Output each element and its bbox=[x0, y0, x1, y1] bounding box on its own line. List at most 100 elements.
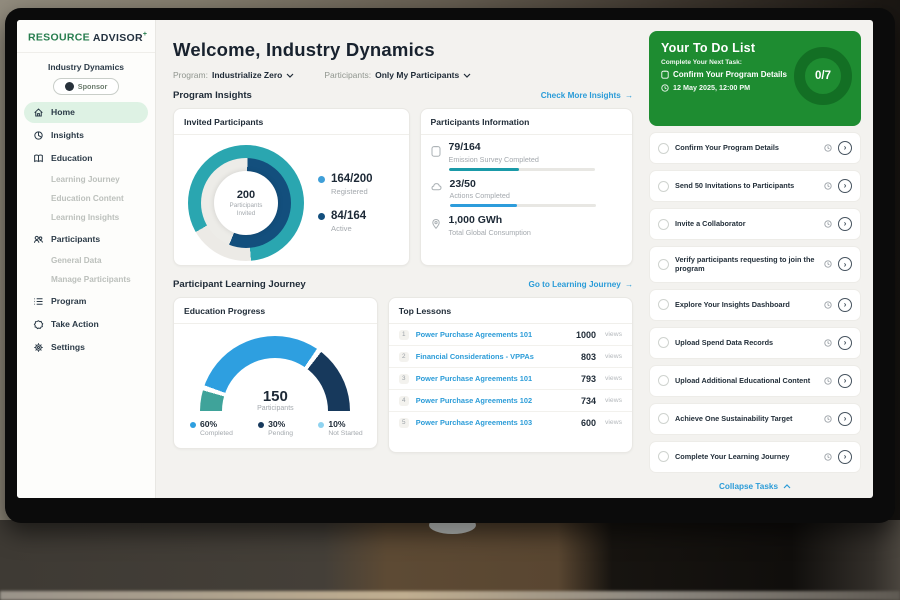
program-label: Program: bbox=[173, 70, 208, 80]
lesson-rank: 5 bbox=[399, 418, 409, 428]
sidebar-item-insights[interactable]: Insights bbox=[24, 125, 148, 146]
lesson-row-1[interactable]: 1 Power Purchase Agreements 101 1000 vie… bbox=[389, 324, 632, 346]
lesson-title-link[interactable]: Power Purchase Agreements 102 bbox=[416, 396, 574, 405]
collapse-tasks-link[interactable]: Collapse Tasks bbox=[649, 482, 861, 491]
task-row-6[interactable]: Upload Spend Data Records › bbox=[649, 327, 861, 359]
active-value: 84/164 bbox=[331, 210, 366, 223]
lesson-views-suffix: views bbox=[605, 397, 622, 404]
legend-pending: 30% Pending bbox=[258, 420, 293, 437]
task-go-button[interactable]: › bbox=[838, 450, 852, 464]
program-value: Industrialize Zero bbox=[212, 70, 282, 80]
lesson-title-link[interactable]: Power Purchase Agreements 103 bbox=[416, 418, 574, 427]
info-card-body: 79/164 Emission Survey Completed 23/50 A… bbox=[421, 135, 632, 237]
chevron-down-icon bbox=[286, 73, 294, 78]
chevron-right-icon: › bbox=[844, 143, 847, 152]
lesson-views: 734 bbox=[581, 396, 596, 406]
lesson-views-suffix: views bbox=[605, 375, 622, 382]
sidebar-item-education-content[interactable]: Education Content bbox=[24, 190, 148, 208]
participants-value: Only My Participants bbox=[375, 70, 459, 80]
task-label: Upload Additional Educational Content bbox=[675, 376, 818, 385]
sidebar-item-general-data[interactable]: General Data bbox=[24, 252, 148, 270]
sidebar-item-settings[interactable]: Settings bbox=[24, 337, 148, 358]
not-started-label: Not Started bbox=[328, 430, 362, 437]
invited-card-title: Invited Participants bbox=[174, 109, 409, 135]
sidebar-item-program[interactable]: Program bbox=[24, 291, 148, 312]
sidebar-item-label: Program bbox=[51, 296, 86, 306]
check-more-insights-link[interactable]: Check More Insights → bbox=[541, 91, 633, 100]
lesson-row-2[interactable]: 2 Financial Considerations - VPPAs 803 v… bbox=[389, 346, 632, 368]
consumption-value: 1,000 GWh bbox=[449, 215, 531, 227]
clock-icon bbox=[824, 260, 832, 268]
participants-dropdown[interactable]: Participants: Only My Participants bbox=[324, 70, 471, 80]
sidebar-item-home[interactable]: Home bbox=[24, 102, 148, 123]
chevron-up-icon bbox=[783, 484, 791, 489]
task-row-5[interactable]: Explore Your Insights Dashboard › bbox=[649, 289, 861, 321]
task-checkbox[interactable] bbox=[658, 451, 669, 462]
active-dot bbox=[318, 213, 325, 220]
lesson-title-link[interactable]: Financial Considerations - VPPAs bbox=[416, 352, 574, 361]
task-checkbox[interactable] bbox=[658, 413, 669, 424]
task-checkbox[interactable] bbox=[658, 337, 669, 348]
task-go-button[interactable]: › bbox=[838, 298, 852, 312]
sponsor-badge-label: Sponsor bbox=[78, 82, 108, 91]
lesson-row-4[interactable]: 4 Power Purchase Agreements 102 734 view… bbox=[389, 390, 632, 412]
sidebar-item-label: Home bbox=[51, 107, 75, 117]
task-go-button[interactable]: › bbox=[838, 141, 852, 155]
sidebar-item-learning-journey[interactable]: Learning Journey bbox=[24, 171, 148, 189]
sidebar-nav: Home Insights Education Learning Journey… bbox=[17, 102, 155, 358]
task-row-1[interactable]: Confirm Your Program Details › bbox=[649, 132, 861, 164]
completed-dot bbox=[190, 422, 196, 428]
clock-icon bbox=[824, 144, 832, 152]
task-row-2[interactable]: Send 50 Invitations to Participants › bbox=[649, 170, 861, 202]
task-go-button[interactable]: › bbox=[838, 257, 852, 271]
task-row-9[interactable]: Complete Your Learning Journey › bbox=[649, 441, 861, 473]
arrow-right-icon: → bbox=[625, 280, 633, 289]
sidebar-item-participants[interactable]: Participants bbox=[24, 229, 148, 250]
go-to-learning-journey-link[interactable]: Go to Learning Journey → bbox=[528, 280, 633, 289]
program-dropdown[interactable]: Program: Industrialize Zero bbox=[173, 70, 294, 80]
sponsor-badge[interactable]: Sponsor bbox=[53, 78, 119, 95]
task-go-button[interactable]: › bbox=[838, 374, 852, 388]
education-gauge-chart: 150 Participants bbox=[200, 336, 350, 412]
lesson-row-5[interactable]: 5 Power Purchase Agreements 103 600 view… bbox=[389, 412, 632, 433]
sidebar-item-learning-insights[interactable]: Learning Insights bbox=[24, 209, 148, 227]
lesson-title-link[interactable]: Power Purchase Agreements 101 bbox=[416, 374, 574, 383]
todo-due-label: 12 May 2025, 12:00 PM bbox=[673, 83, 750, 92]
task-checkbox[interactable] bbox=[658, 299, 669, 310]
lesson-rank: 1 bbox=[399, 330, 409, 340]
info-card-title: Participants Information bbox=[421, 109, 632, 135]
task-row-8[interactable]: Achieve One Sustainability Target › bbox=[649, 403, 861, 435]
task-checkbox[interactable] bbox=[658, 259, 669, 270]
actions-value: 23/50 bbox=[450, 179, 596, 191]
task-go-button[interactable]: › bbox=[838, 217, 852, 231]
task-label: Upload Spend Data Records bbox=[675, 338, 818, 347]
lesson-views: 600 bbox=[581, 418, 596, 428]
lesson-row-3[interactable]: 3 Power Purchase Agreements 101 793 view… bbox=[389, 368, 632, 390]
gauge-center-label: Participants bbox=[200, 405, 350, 412]
task-row-7[interactable]: Upload Additional Educational Content › bbox=[649, 365, 861, 397]
task-checkbox[interactable] bbox=[658, 143, 669, 154]
desk-edge bbox=[0, 591, 900, 600]
learning-journey-header: Participant Learning Journey Go to Learn… bbox=[173, 279, 633, 290]
task-go-button[interactable]: › bbox=[838, 179, 852, 193]
task-row-3[interactable]: Invite a Collaborator › bbox=[649, 208, 861, 240]
app-logo: RESOURCEADVISOR+ bbox=[17, 20, 155, 53]
sidebar-item-label: Insights bbox=[51, 130, 84, 140]
task-go-button[interactable]: › bbox=[838, 412, 852, 426]
info-row-emission-survey: 79/164 Emission Survey Completed bbox=[431, 142, 620, 171]
sidebar-item-manage-participants[interactable]: Manage Participants bbox=[24, 271, 148, 289]
sidebar-item-take-action[interactable]: Take Action bbox=[24, 314, 148, 335]
task-go-button[interactable]: › bbox=[838, 336, 852, 350]
invited-donut-chart: 200 Participants Invited bbox=[188, 145, 304, 261]
chevron-right-icon: › bbox=[844, 300, 847, 309]
task-checkbox[interactable] bbox=[658, 219, 669, 230]
info-row-actions: 23/50 Actions Completed bbox=[431, 179, 620, 208]
sidebar-item-education[interactable]: Education bbox=[24, 148, 148, 169]
clipboard-icon bbox=[431, 145, 441, 157]
sidebar-item-label: Settings bbox=[51, 342, 85, 352]
task-checkbox[interactable] bbox=[658, 181, 669, 192]
lesson-title-link[interactable]: Power Purchase Agreements 101 bbox=[416, 330, 569, 339]
task-row-4[interactable]: Verify participants requesting to join t… bbox=[649, 246, 861, 283]
lesson-views-suffix: views bbox=[605, 419, 622, 426]
task-checkbox[interactable] bbox=[658, 375, 669, 386]
